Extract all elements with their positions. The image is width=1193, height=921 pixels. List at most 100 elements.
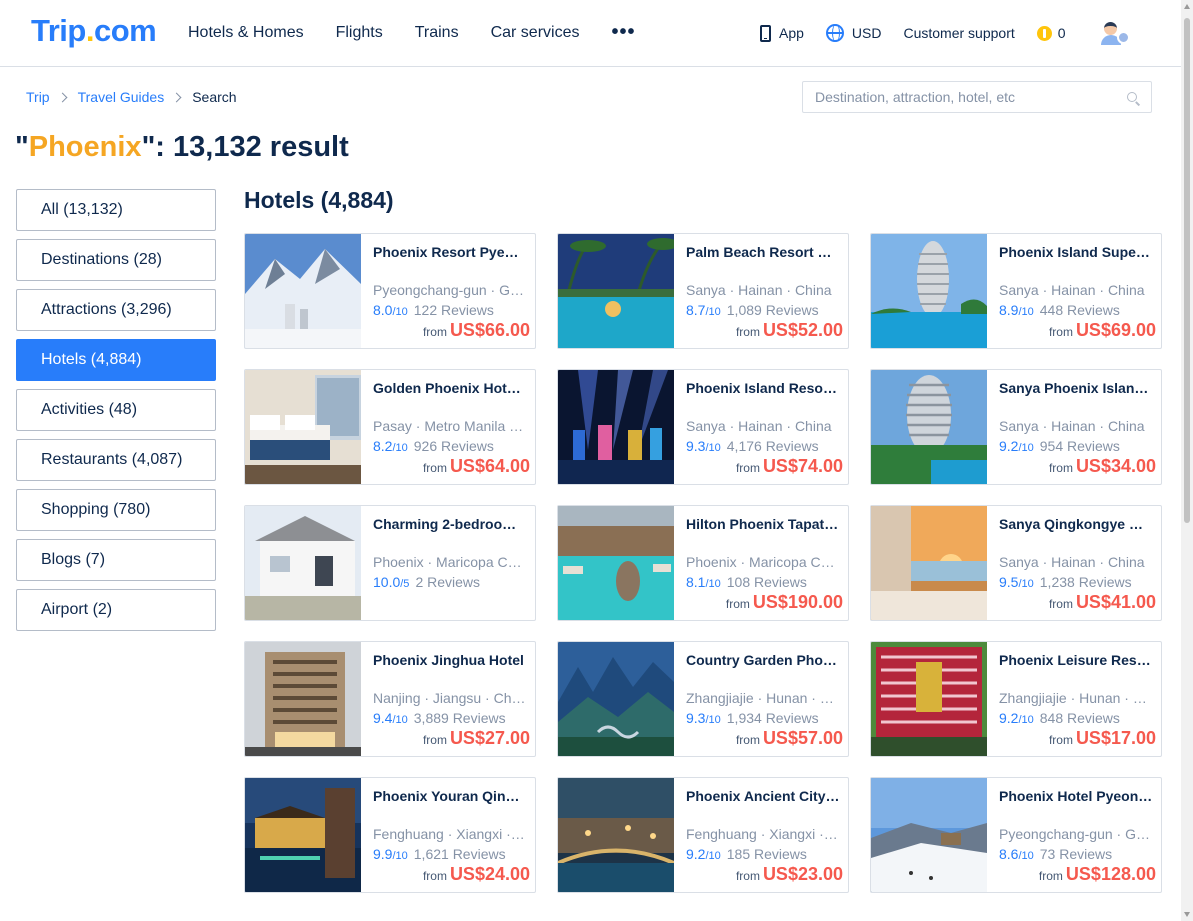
hotel-name[interactable]: Phoenix Leisure Resort Hotel (999, 652, 1153, 668)
nav-car-services[interactable]: Car services (491, 23, 580, 43)
app-link[interactable]: App (760, 23, 804, 43)
hotel-card[interactable]: Hilton Phoenix Tapatio Cliffs Phoenix · M… (557, 505, 849, 621)
hotel-name[interactable]: Phoenix Hotel Pyeongchang (999, 788, 1153, 804)
hotel-photo[interactable] (558, 370, 674, 485)
sidebar-item[interactable]: Attractions (3,296) (16, 289, 216, 331)
hotel-card[interactable]: Phoenix Youran Qingshe Inn Fenghuang · Xi… (244, 777, 536, 893)
hotel-name[interactable]: Golden Phoenix Hotel Manila (373, 380, 527, 396)
rating-scale: /10 (1018, 306, 1034, 318)
search-icon[interactable] (1127, 92, 1137, 102)
hotel-card[interactable]: Golden Phoenix Hotel Manila Pasay · Metro… (244, 369, 536, 485)
review-count: 848 Reviews (1039, 710, 1120, 726)
more-menu-icon[interactable]: ••• (611, 22, 635, 43)
currency-selector[interactable]: USD (825, 23, 881, 43)
price-from-label: from (422, 869, 447, 883)
rating-score: 9.2 (686, 846, 706, 862)
user-avatar[interactable] (1099, 22, 1131, 46)
hotel-name[interactable]: Phoenix Island Superior Resort (999, 244, 1153, 260)
breadcrumb-trip[interactable]: Trip (26, 89, 50, 105)
hotel-name[interactable]: Sanya Phoenix Island Resort (999, 380, 1153, 396)
hotel-card[interactable]: Charming 2-bedroom Home Phoenix · Maricop… (244, 505, 536, 621)
hotel-location: Phoenix · Maricopa County (686, 554, 840, 570)
hotel-location: Sanya · Hainan · China (999, 282, 1145, 298)
hotel-card[interactable]: Sanya Qingkongye Hotel Sanya · Hainan · C… (870, 505, 1162, 621)
rating-score: 8.0 (373, 302, 393, 318)
sidebar-item[interactable]: Blogs (7) (16, 539, 216, 581)
hotel-name[interactable]: Sanya Qingkongye Hotel (999, 516, 1153, 532)
scroll-down-icon[interactable] (1184, 912, 1190, 917)
price-from-label: from (1048, 461, 1073, 475)
rating-score: 8.6 (999, 846, 1019, 862)
hotel-photo[interactable] (871, 506, 987, 621)
scroll-up-icon[interactable] (1184, 4, 1190, 9)
breadcrumb-travel-guides[interactable]: Travel Guides (78, 89, 165, 105)
review-count: 954 Reviews (1039, 438, 1120, 454)
hotel-card[interactable]: Phoenix Island Resort Sanya Sanya · Haina… (557, 369, 849, 485)
main-nav: Hotels & Homes Flights Trains Car servic… (188, 22, 668, 43)
hotel-photo[interactable] (871, 778, 987, 893)
trip-coins[interactable]: 0 (1036, 23, 1066, 43)
hotel-card[interactable]: Phoenix Hotel Pyeongchang Pyeongchang-gun… (870, 777, 1162, 893)
hotel-photo[interactable] (871, 370, 987, 485)
hotel-photo[interactable] (245, 370, 361, 485)
hotel-card[interactable]: Phoenix Island Superior Resort Sanya · Ha… (870, 233, 1162, 349)
hotel-photo[interactable] (245, 506, 361, 621)
hotel-card[interactable]: Palm Beach Resort & Spa Sanya · Hainan · … (557, 233, 849, 349)
hotel-card[interactable]: Phoenix Jinghua Hotel Nanjing · Jiangsu ·… (244, 641, 536, 757)
hotel-name[interactable]: Phoenix Island Resort Sanya (686, 380, 840, 396)
hotel-location: Phoenix · Maricopa County (373, 554, 527, 570)
price-amount: US$41.00 (1075, 592, 1156, 612)
hotel-rating: 10.0/5 2 Reviews (373, 574, 527, 590)
hotel-price: from US$128.00 (1039, 864, 1156, 885)
hotel-name[interactable]: Hilton Phoenix Tapatio Cliffs (686, 516, 840, 532)
hotel-name[interactable]: Phoenix Youran Qingshe Inn (373, 788, 527, 804)
hotel-photo[interactable] (871, 234, 987, 349)
hotel-photo[interactable] (558, 506, 674, 621)
hotel-card[interactable]: Country Garden Phoenix Hotel Zhangjiajie … (557, 641, 849, 757)
hotel-photo[interactable] (245, 778, 361, 893)
scrollbar[interactable] (1181, 0, 1193, 921)
sidebar-item[interactable]: Activities (48) (16, 389, 216, 431)
hotel-card[interactable]: Phoenix Leisure Resort Hotel Zhangjiajie … (870, 641, 1162, 757)
app-label: App (779, 25, 804, 41)
hotel-photo[interactable] (558, 642, 674, 757)
review-count: 108 Reviews (726, 574, 807, 590)
hotel-name[interactable]: Palm Beach Resort & Spa (686, 244, 840, 260)
hotel-photo[interactable] (245, 234, 361, 349)
hotel-card[interactable]: Sanya Phoenix Island Resort Sanya · Haina… (870, 369, 1162, 485)
hotel-name[interactable]: Country Garden Phoenix Hotel (686, 652, 840, 668)
sidebar-item[interactable]: Shopping (780) (16, 489, 216, 531)
nav-trains[interactable]: Trains (415, 23, 459, 43)
customer-support-link[interactable]: Customer support (903, 23, 1014, 43)
hotel-price: from US$52.00 (736, 320, 843, 341)
price-amount: US$17.00 (1075, 728, 1156, 748)
hotel-photo[interactable] (871, 642, 987, 757)
hotel-name[interactable]: Phoenix Jinghua Hotel (373, 652, 527, 668)
hotel-photo[interactable] (558, 778, 674, 893)
sidebar-item[interactable]: All (13,132) (16, 189, 216, 231)
hotel-name[interactable]: Phoenix Resort Pyeongchang (373, 244, 527, 260)
sidebar-item[interactable]: Destinations (28) (16, 239, 216, 281)
scrollbar-thumb[interactable] (1184, 18, 1190, 523)
hotel-photo[interactable] (558, 234, 674, 349)
hotel-card[interactable]: Phoenix Ancient City Inn Fenghuang · Xian… (557, 777, 849, 893)
review-count: 1,621 Reviews (413, 846, 506, 862)
rating-scale: /10 (392, 714, 408, 726)
nav-flights[interactable]: Flights (336, 23, 383, 43)
search-input[interactable] (803, 82, 1113, 112)
nav-hotels-homes[interactable]: Hotels & Homes (188, 23, 304, 43)
rating-score: 10.0 (373, 574, 401, 590)
sidebar-item[interactable]: Airport (2) (16, 589, 216, 631)
sidebar-item[interactable]: Hotels (4,884) (16, 339, 216, 381)
hotel-rating: 9.4/10 3,889 Reviews (373, 710, 527, 726)
trip-logo[interactable]: Trip.com (31, 13, 157, 49)
hotel-card[interactable]: Phoenix Resort Pyeongchang Pyeongchang-gu… (244, 233, 536, 349)
sidebar-item[interactable]: Restaurants (4,087) (16, 439, 216, 481)
hotel-name[interactable]: Charming 2-bedroom Home (373, 516, 527, 532)
rating-scale: /5 (400, 578, 410, 590)
hotel-price: from US$57.00 (736, 728, 843, 749)
hotel-photo[interactable] (245, 642, 361, 757)
hotel-name[interactable]: Phoenix Ancient City Inn (686, 788, 840, 804)
hotel-rating: 9.3/10 1,934 Reviews (686, 710, 840, 726)
rating-scale: /10 (392, 306, 408, 318)
